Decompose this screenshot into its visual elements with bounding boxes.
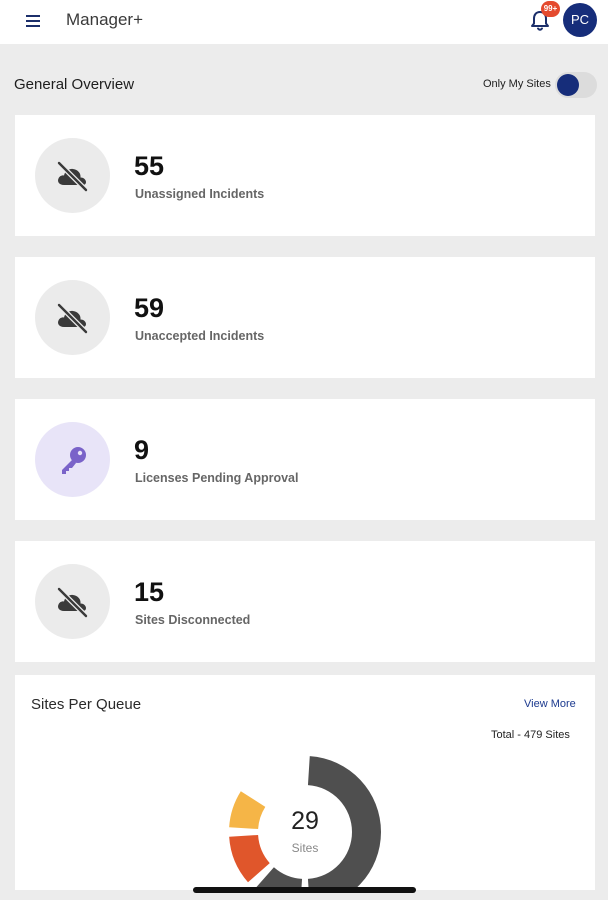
- stat-label: Sites Disconnected: [135, 613, 251, 627]
- donut-center-value: 29: [291, 807, 319, 835]
- stat-label: Unaccepted Incidents: [135, 329, 265, 343]
- app-title: Manager+: [66, 10, 144, 29]
- sites-per-queue-card: Sites Per Queue View More Total - 479 Si…: [15, 675, 595, 890]
- stat-label: Licenses Pending Approval: [135, 471, 299, 485]
- stat-value: 9: [134, 435, 150, 465]
- unaccepted-incidents-card[interactable]: 59 Unaccepted Incidents: [15, 257, 595, 378]
- only-my-sites-label: Only My Sites: [483, 78, 551, 90]
- key-icon: [35, 422, 110, 497]
- general-overview-title: General Overview: [14, 76, 135, 93]
- stat-value: 15: [134, 577, 165, 607]
- hamburger-menu-icon[interactable]: [24, 13, 44, 29]
- sites-per-queue-title: Sites Per Queue: [31, 696, 142, 713]
- toggle-knob: [557, 74, 579, 96]
- stat-value: 59: [134, 293, 165, 323]
- sites-disconnected-card[interactable]: 15 Sites Disconnected: [15, 541, 595, 662]
- home-indicator: [193, 887, 416, 893]
- stat-label: Unassigned Incidents: [135, 187, 265, 201]
- sites-donut-chart[interactable]: 29 Sites: [226, 753, 384, 890]
- licenses-pending-card[interactable]: 9 Licenses Pending Approval: [15, 399, 595, 520]
- unassigned-incidents-card[interactable]: 55 Unassigned Incidents: [15, 115, 595, 236]
- view-more-link[interactable]: View More: [524, 698, 576, 710]
- total-sites-label: Total - 479 Sites: [491, 729, 570, 741]
- cloud-off-icon: [35, 138, 110, 213]
- cloud-off-icon: [35, 564, 110, 639]
- top-app-bar: Manager+ 99+ PC: [0, 0, 608, 44]
- user-avatar[interactable]: PC: [563, 3, 597, 37]
- only-my-sites-toggle[interactable]: [555, 72, 597, 98]
- stat-value: 55: [134, 151, 165, 181]
- notification-badge: 99+: [541, 1, 560, 17]
- cloud-off-icon: [35, 280, 110, 355]
- donut-center-label: Sites: [291, 841, 319, 855]
